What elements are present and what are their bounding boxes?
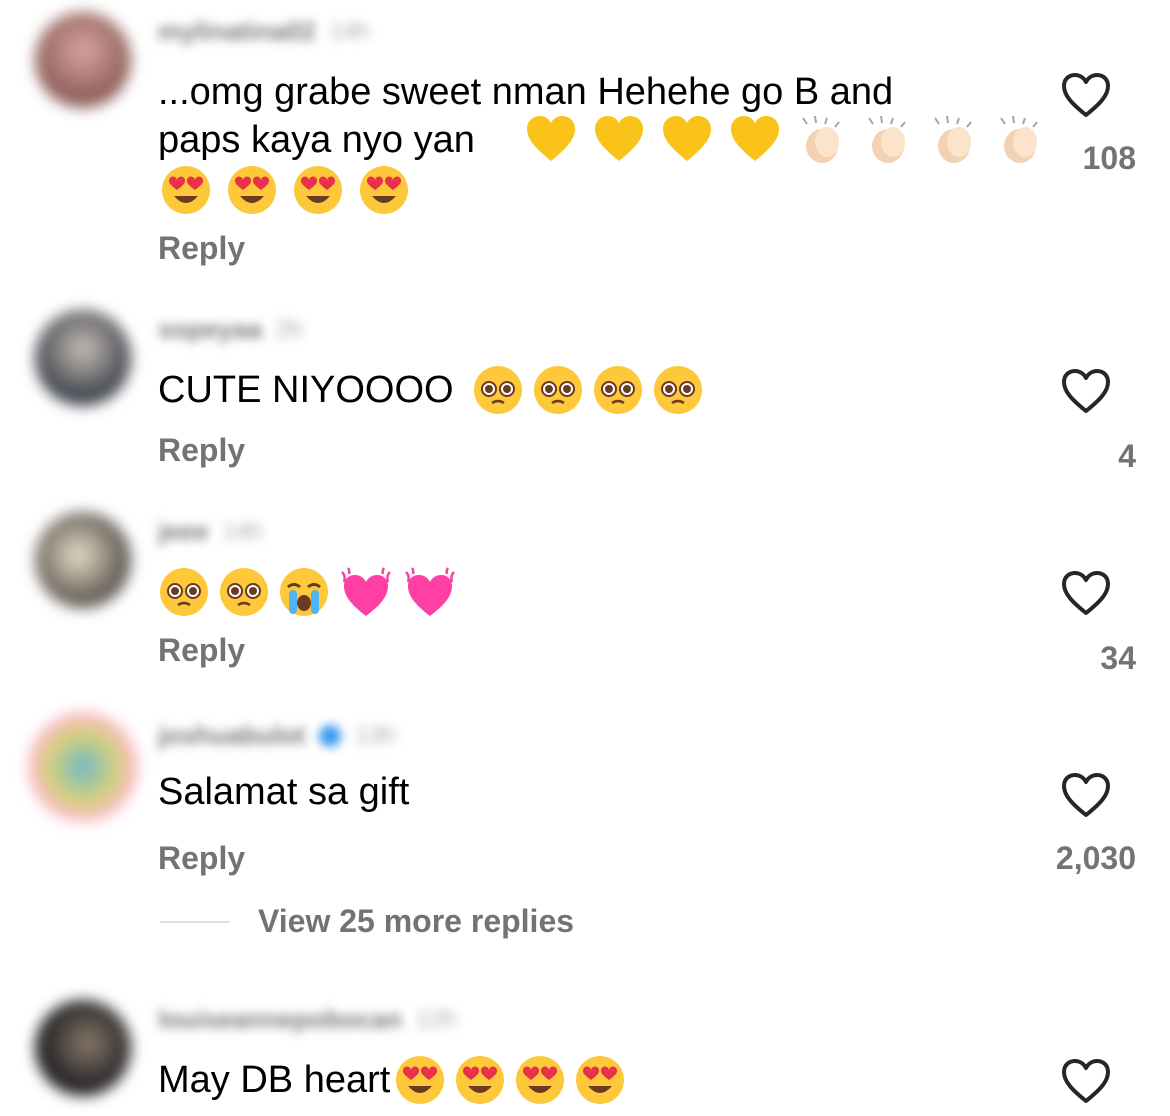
timestamp: 2h [276, 315, 303, 343]
like-count: 108 [1082, 140, 1136, 176]
yellow-heart-icon [731, 116, 779, 161]
heart-eyes-icon [162, 166, 210, 214]
username[interactable]: sopeyaa [158, 314, 262, 345]
comment-body: Salamat sa gift [158, 771, 410, 813]
comment-body: ...omg grabe sweet nman Hehehe go B and [158, 71, 894, 113]
comment-text: May DB heart [158, 1054, 1018, 1106]
avatar[interactable] [28, 712, 138, 822]
like-heart-icon[interactable] [1061, 772, 1111, 818]
comment-text: Salamat sa gift [158, 768, 1018, 816]
emoji-row [394, 1054, 626, 1106]
yellow-heart-icon [663, 116, 711, 161]
comment-text: ...omg grabe sweet nman Hehehe go B and … [158, 71, 894, 161]
view-more-replies-label: View 25 more replies [258, 903, 575, 939]
emoji-row [472, 364, 704, 416]
reply-button[interactable]: Reply [158, 230, 245, 267]
comment-text [158, 566, 1018, 620]
comment-meta: mylinatina02 14h [158, 16, 370, 47]
heart-eyes-icon [456, 1056, 505, 1104]
timestamp: 12h [416, 1005, 457, 1033]
reply-button[interactable]: Reply [158, 840, 245, 877]
reply-button[interactable]: Reply [158, 632, 245, 669]
clapping-hands-icon [934, 115, 972, 163]
like-heart-icon[interactable] [1061, 1058, 1111, 1104]
pleading-face-icon [593, 366, 642, 414]
pleading-face-icon [653, 366, 702, 414]
like-heart-icon[interactable] [1061, 368, 1111, 414]
timestamp: 13h [355, 721, 396, 749]
clapping-hands-icon [868, 115, 906, 163]
heart-eyes-icon [516, 1056, 565, 1104]
heart-eyes-icon [576, 1056, 625, 1104]
like-count: 4 [1118, 438, 1136, 474]
emoji-row [525, 114, 1045, 166]
reply-button[interactable]: Reply [158, 432, 245, 469]
crying-face-icon [280, 568, 328, 616]
comment-meta: joshuabulot 13h [158, 720, 395, 751]
pleading-face-icon [160, 568, 208, 616]
avatar[interactable] [35, 12, 131, 108]
emoji-row [158, 566, 458, 620]
like-count: 2,030 [1055, 840, 1136, 876]
avatar[interactable] [35, 512, 131, 608]
comment-body: May DB heart [158, 1059, 391, 1101]
comment-meta: louiseannepobocan 12h [158, 1004, 456, 1035]
beating-heart-icon [405, 567, 455, 616]
comment-text: CUTE NIYOOOO [158, 364, 1018, 416]
beating-heart-icon [341, 567, 391, 616]
comment-meta: jeee 14h [158, 516, 263, 547]
username[interactable]: jeee [158, 516, 209, 547]
like-count: 34 [1100, 640, 1136, 676]
emoji-row [160, 164, 410, 216]
pleading-face-icon [533, 366, 582, 414]
like-heart-icon[interactable] [1061, 72, 1111, 118]
verified-badge-icon [319, 724, 342, 747]
heart-eyes-icon [360, 166, 408, 214]
username[interactable]: louiseannepobocan [158, 1004, 402, 1035]
comment-body: CUTE NIYOOOO [158, 369, 454, 411]
view-more-replies-button[interactable]: View 25 more replies [160, 903, 574, 940]
heart-eyes-icon [294, 166, 342, 214]
heart-eyes-icon [228, 166, 276, 214]
pleading-face-icon [220, 568, 268, 616]
username[interactable]: joshuabulot [158, 720, 305, 751]
yellow-heart-icon [527, 116, 575, 161]
clapping-hands-icon [802, 115, 840, 163]
pleading-face-icon [473, 366, 522, 414]
comment-meta: sopeyaa 2h [158, 314, 303, 345]
yellow-heart-icon [595, 116, 643, 161]
timestamp: 14h [222, 517, 263, 545]
avatar[interactable] [35, 1000, 131, 1096]
heart-eyes-icon [396, 1056, 445, 1104]
divider [160, 920, 230, 923]
like-heart-icon[interactable] [1061, 570, 1111, 616]
username[interactable]: mylinatina02 [158, 16, 316, 47]
timestamp: 14h [329, 17, 370, 45]
avatar[interactable] [35, 310, 131, 406]
